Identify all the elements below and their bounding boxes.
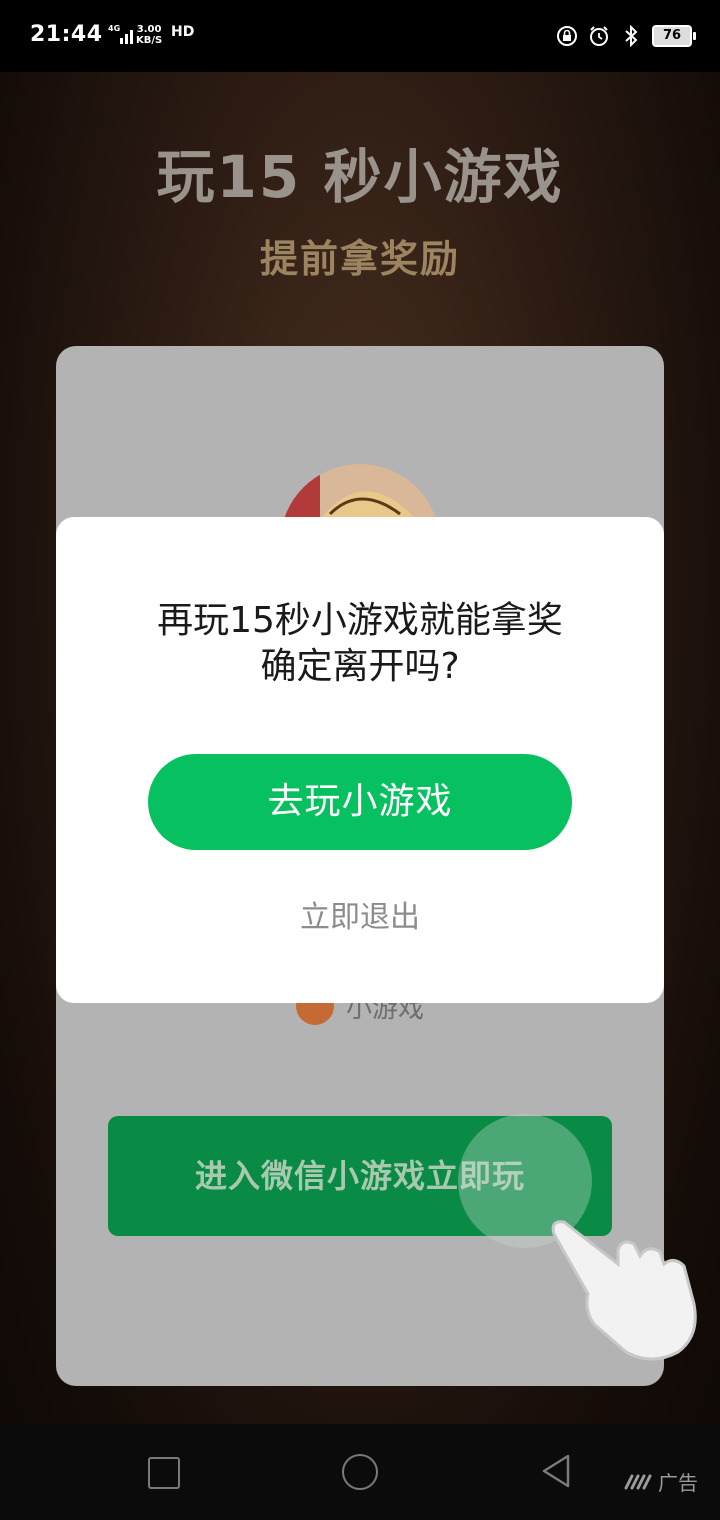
home-icon[interactable]: [342, 1454, 378, 1490]
exit-now-link[interactable]: 立即退出: [56, 892, 664, 936]
ad-label: 广告: [658, 1470, 698, 1495]
dialog-message-line2: 确定离开吗?: [260, 646, 460, 687]
status-right-icons: 76: [556, 22, 696, 50]
status-bar: 21:44 4G 3.00 KB/S HD 76: [0, 0, 720, 72]
bluetooth-icon: [625, 25, 638, 47]
call-hd-icon: HD: [171, 24, 195, 40]
leave-confirm-dialog: 再玩15秒小游戏就能拿奖 确定离开吗? 去玩小游戏 立即退出: [56, 517, 664, 1003]
status-time: 21:44: [30, 22, 103, 47]
recent-apps-icon[interactable]: [148, 1457, 180, 1489]
lock-rotation-icon: [557, 26, 577, 46]
play-mini-game-button[interactable]: 去玩小游戏: [148, 754, 572, 850]
network-speed-value: 3.00: [136, 24, 162, 35]
svg-text:4G: 4G: [108, 24, 120, 33]
dialog-message-line1: 再玩15秒小游戏就能拿奖: [157, 600, 563, 641]
alarm-icon: [590, 26, 608, 46]
pointing-hand-icon: [551, 1220, 697, 1361]
ad-logo-icon: [624, 1474, 652, 1490]
ad-badge: 广告: [624, 1468, 698, 1495]
network-speed-unit: KB/S: [136, 35, 163, 46]
navigation-bar: 广告: [0, 1424, 720, 1520]
battery-icon: 76: [652, 25, 696, 47]
network-speed: 3.00 KB/S: [136, 24, 162, 46]
page-subtitle: 提前拿奖励: [259, 237, 460, 281]
back-icon[interactable]: [538, 1452, 574, 1490]
page-title: 玩15 秒小游戏: [156, 143, 564, 211]
